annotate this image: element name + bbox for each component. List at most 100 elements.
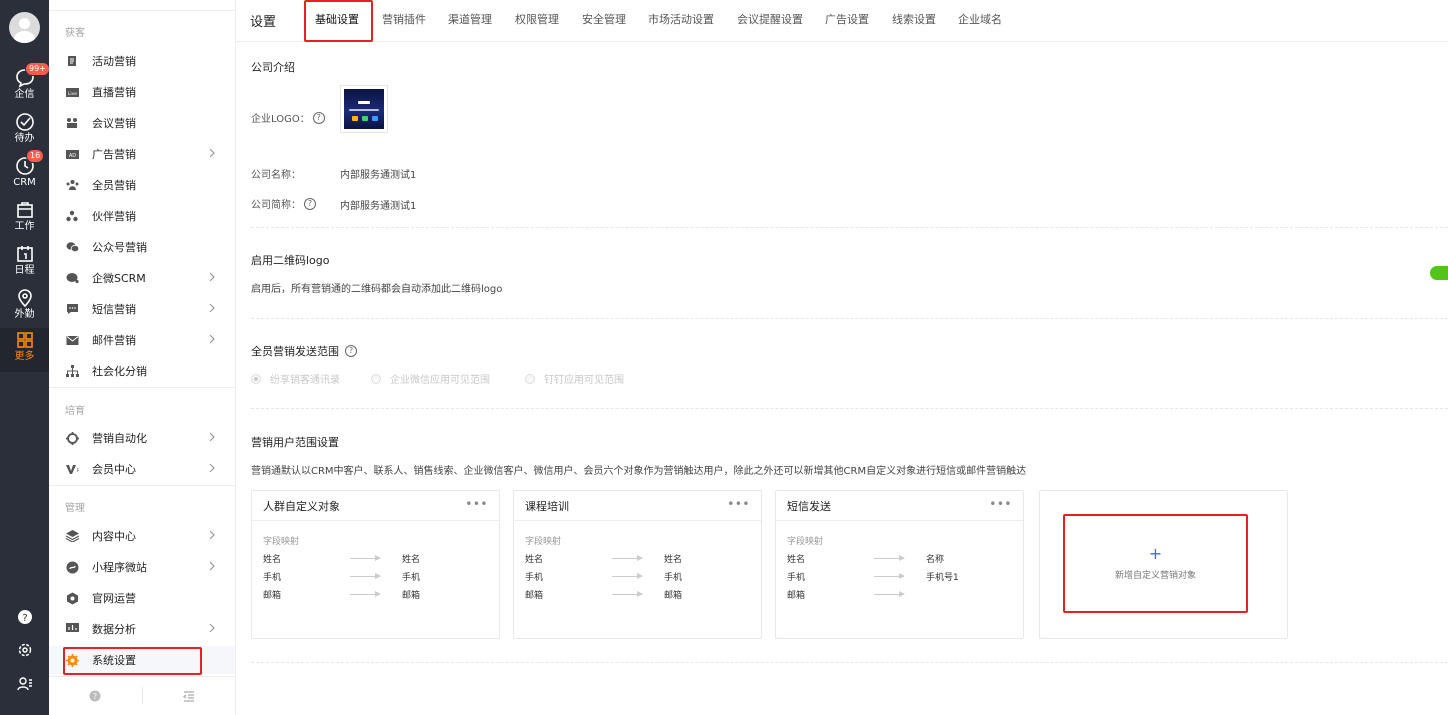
document-icon: [65, 54, 79, 68]
rail-item-work[interactable]: 工作: [0, 198, 49, 242]
chevron-right-icon: [209, 432, 215, 445]
arrow-right-icon: [350, 591, 381, 597]
rail-item-todo[interactable]: 待办: [0, 110, 49, 154]
menu-group-title: 培育: [65, 406, 85, 417]
arrow-right-icon: [612, 555, 643, 561]
mapping-row: 姓名 名称: [787, 552, 1017, 566]
menu-item-ad-marketing[interactable]: AD 广告营销: [49, 140, 235, 168]
mapping-row: 姓名 姓名: [525, 552, 755, 566]
company-section-title: 公司介绍: [251, 61, 295, 74]
menu-item-email-marketing[interactable]: 邮件营销: [49, 326, 235, 354]
live-icon: Live: [65, 85, 79, 99]
collapse-menu-icon[interactable]: [183, 690, 195, 705]
dashboard-icon: [65, 622, 79, 636]
tab-marketing-plugins[interactable]: 营销插件: [382, 11, 426, 27]
wecom-icon: [65, 271, 79, 285]
rail-item-field[interactable]: 外勤: [0, 286, 49, 330]
help-circle-icon[interactable]: ?: [89, 690, 101, 705]
menu-item-wecom-scrm[interactable]: 企微SCRM: [49, 264, 235, 292]
radio-fxiaoke-contacts[interactable]: 纷享销客通讯录: [251, 371, 340, 386]
arrow-right-icon: [874, 555, 905, 561]
help-icon[interactable]: ?: [0, 609, 49, 628]
tab-meeting-reminder-settings[interactable]: 会议提醒设置: [737, 11, 803, 27]
location-pin-icon: [17, 289, 32, 308]
menu-item-system-settings[interactable]: 系统设置: [49, 646, 235, 675]
tab-market-activity-settings[interactable]: 市场活动设置: [648, 11, 714, 27]
tab-enterprise-domain[interactable]: 企业域名: [958, 11, 1002, 27]
menu-item-meeting-marketing[interactable]: 会议营销: [49, 109, 235, 137]
target-field: 邮箱: [402, 591, 421, 601]
custom-object-card[interactable]: 人群自定义对象 ••• 字段映射 姓名 姓名 手机 手机 邮箱 邮箱: [251, 490, 500, 639]
more-dots-icon[interactable]: •••: [989, 497, 1012, 511]
card-title: 人群自定义对象: [263, 499, 340, 513]
divider: [251, 408, 1448, 409]
avatar[interactable]: [9, 12, 40, 43]
menu-item-official-account[interactable]: 公众号营销: [49, 233, 235, 261]
radio-label: 钉钉应用可见范围: [544, 375, 624, 386]
mail-icon: [65, 333, 79, 347]
menu-item-member-center[interactable]: P 会员中心: [49, 455, 235, 483]
arrow-right-icon: [350, 555, 381, 561]
menu-item-live-marketing[interactable]: Live 直播营销: [49, 78, 235, 106]
svg-text:?: ?: [22, 613, 27, 624]
meeting-icon: [65, 116, 79, 130]
sms-send-card[interactable]: 短信发送 ••• 字段映射 姓名 名称 手机 手机号1 邮箱: [775, 490, 1024, 639]
settings-topbar: 设置 基础设置 营销插件 渠道管理 权限管理 安全管理 市场活动设置 会议提醒设…: [236, 0, 1448, 42]
tab-channel-management[interactable]: 渠道管理: [448, 11, 492, 27]
rail-item-chat[interactable]: 企信 99+: [0, 62, 50, 110]
user-list-icon[interactable]: [0, 676, 49, 695]
menu-item-official-site[interactable]: 官网运营: [49, 584, 235, 612]
arrow-right-icon: [612, 591, 643, 597]
mapping-row: 手机 手机: [263, 570, 493, 584]
tab-lead-settings[interactable]: 线索设置: [892, 11, 936, 27]
menu-item-social-distribution[interactable]: 社会化分销: [49, 357, 235, 385]
menu-group-title: 管理: [65, 503, 85, 514]
radio-dot: [525, 373, 535, 384]
chevron-right-icon: [209, 272, 215, 285]
menu-item-mini-program[interactable]: 小程序微站: [49, 553, 235, 581]
course-training-card[interactable]: 课程培训 ••• 字段映射 姓名 姓名 手机 手机 邮箱 邮箱: [513, 490, 762, 639]
partner-icon: [65, 209, 79, 223]
rail-item-more[interactable]: 更多: [0, 328, 49, 372]
menu-item-label: 广告营销: [92, 148, 136, 161]
qrcode-logo-toggle[interactable]: [1430, 266, 1448, 280]
menu-item-marketing-automation[interactable]: 营销自动化: [49, 424, 235, 452]
more-dots-icon[interactable]: •••: [727, 497, 750, 511]
menu-item-partner-marketing[interactable]: 伙伴营销: [49, 202, 235, 230]
layers-icon: [65, 529, 79, 543]
tab-permission-management[interactable]: 权限管理: [515, 11, 559, 27]
menu-item-content-center[interactable]: 内容中心: [49, 522, 235, 550]
field-mapping-label: 字段映射: [525, 537, 562, 547]
add-custom-object-button[interactable]: + 新增自定义营销对象: [1063, 514, 1248, 613]
rail-item-crm[interactable]: CRM 16: [0, 149, 49, 198]
company-name-label: 公司名称：: [251, 170, 301, 181]
target-field: 名称: [926, 555, 945, 565]
gear-icon[interactable]: [0, 642, 49, 661]
menu-item-label: 企微SCRM: [92, 272, 146, 285]
chevron-right-icon: [209, 148, 215, 161]
menu-item-data-analysis[interactable]: 数据分析: [49, 615, 235, 643]
mapping-row: 手机 手机: [525, 570, 755, 584]
help-circle-icon[interactable]: ?: [304, 197, 316, 210]
help-circle-icon[interactable]: ?: [312, 111, 325, 124]
tab-security-management[interactable]: 安全管理: [582, 11, 626, 27]
menu-item-staff-marketing[interactable]: 全员营销: [49, 171, 235, 199]
tab-ad-settings[interactable]: 广告设置: [825, 11, 869, 27]
org-tree-icon: [65, 364, 79, 378]
target-field: 手机: [402, 573, 421, 583]
menu-item-activity-marketing[interactable]: 活动营销: [49, 47, 235, 75]
radio-dingtalk-visible-range[interactable]: 钉钉应用可见范围: [525, 371, 624, 386]
menu-item-sms-marketing[interactable]: 短信营销: [49, 295, 235, 323]
company-logo-image[interactable]: [340, 85, 388, 133]
menu-item-label: 邮件营销: [92, 334, 136, 347]
sms-icon: [65, 302, 79, 316]
menu-item-label: 伙伴营销: [92, 210, 136, 223]
source-field: 邮箱: [787, 591, 806, 601]
check-circle-icon: [15, 113, 34, 131]
more-dots-icon[interactable]: •••: [465, 497, 488, 511]
chevron-right-icon: [209, 303, 215, 316]
help-circle-icon[interactable]: ?: [345, 345, 357, 357]
radio-wecom-visible-range[interactable]: 企业微信应用可见范围: [371, 371, 490, 386]
rail-item-schedule[interactable]: 日程: [0, 242, 49, 286]
menu-item-label: 短信营销: [92, 303, 136, 316]
